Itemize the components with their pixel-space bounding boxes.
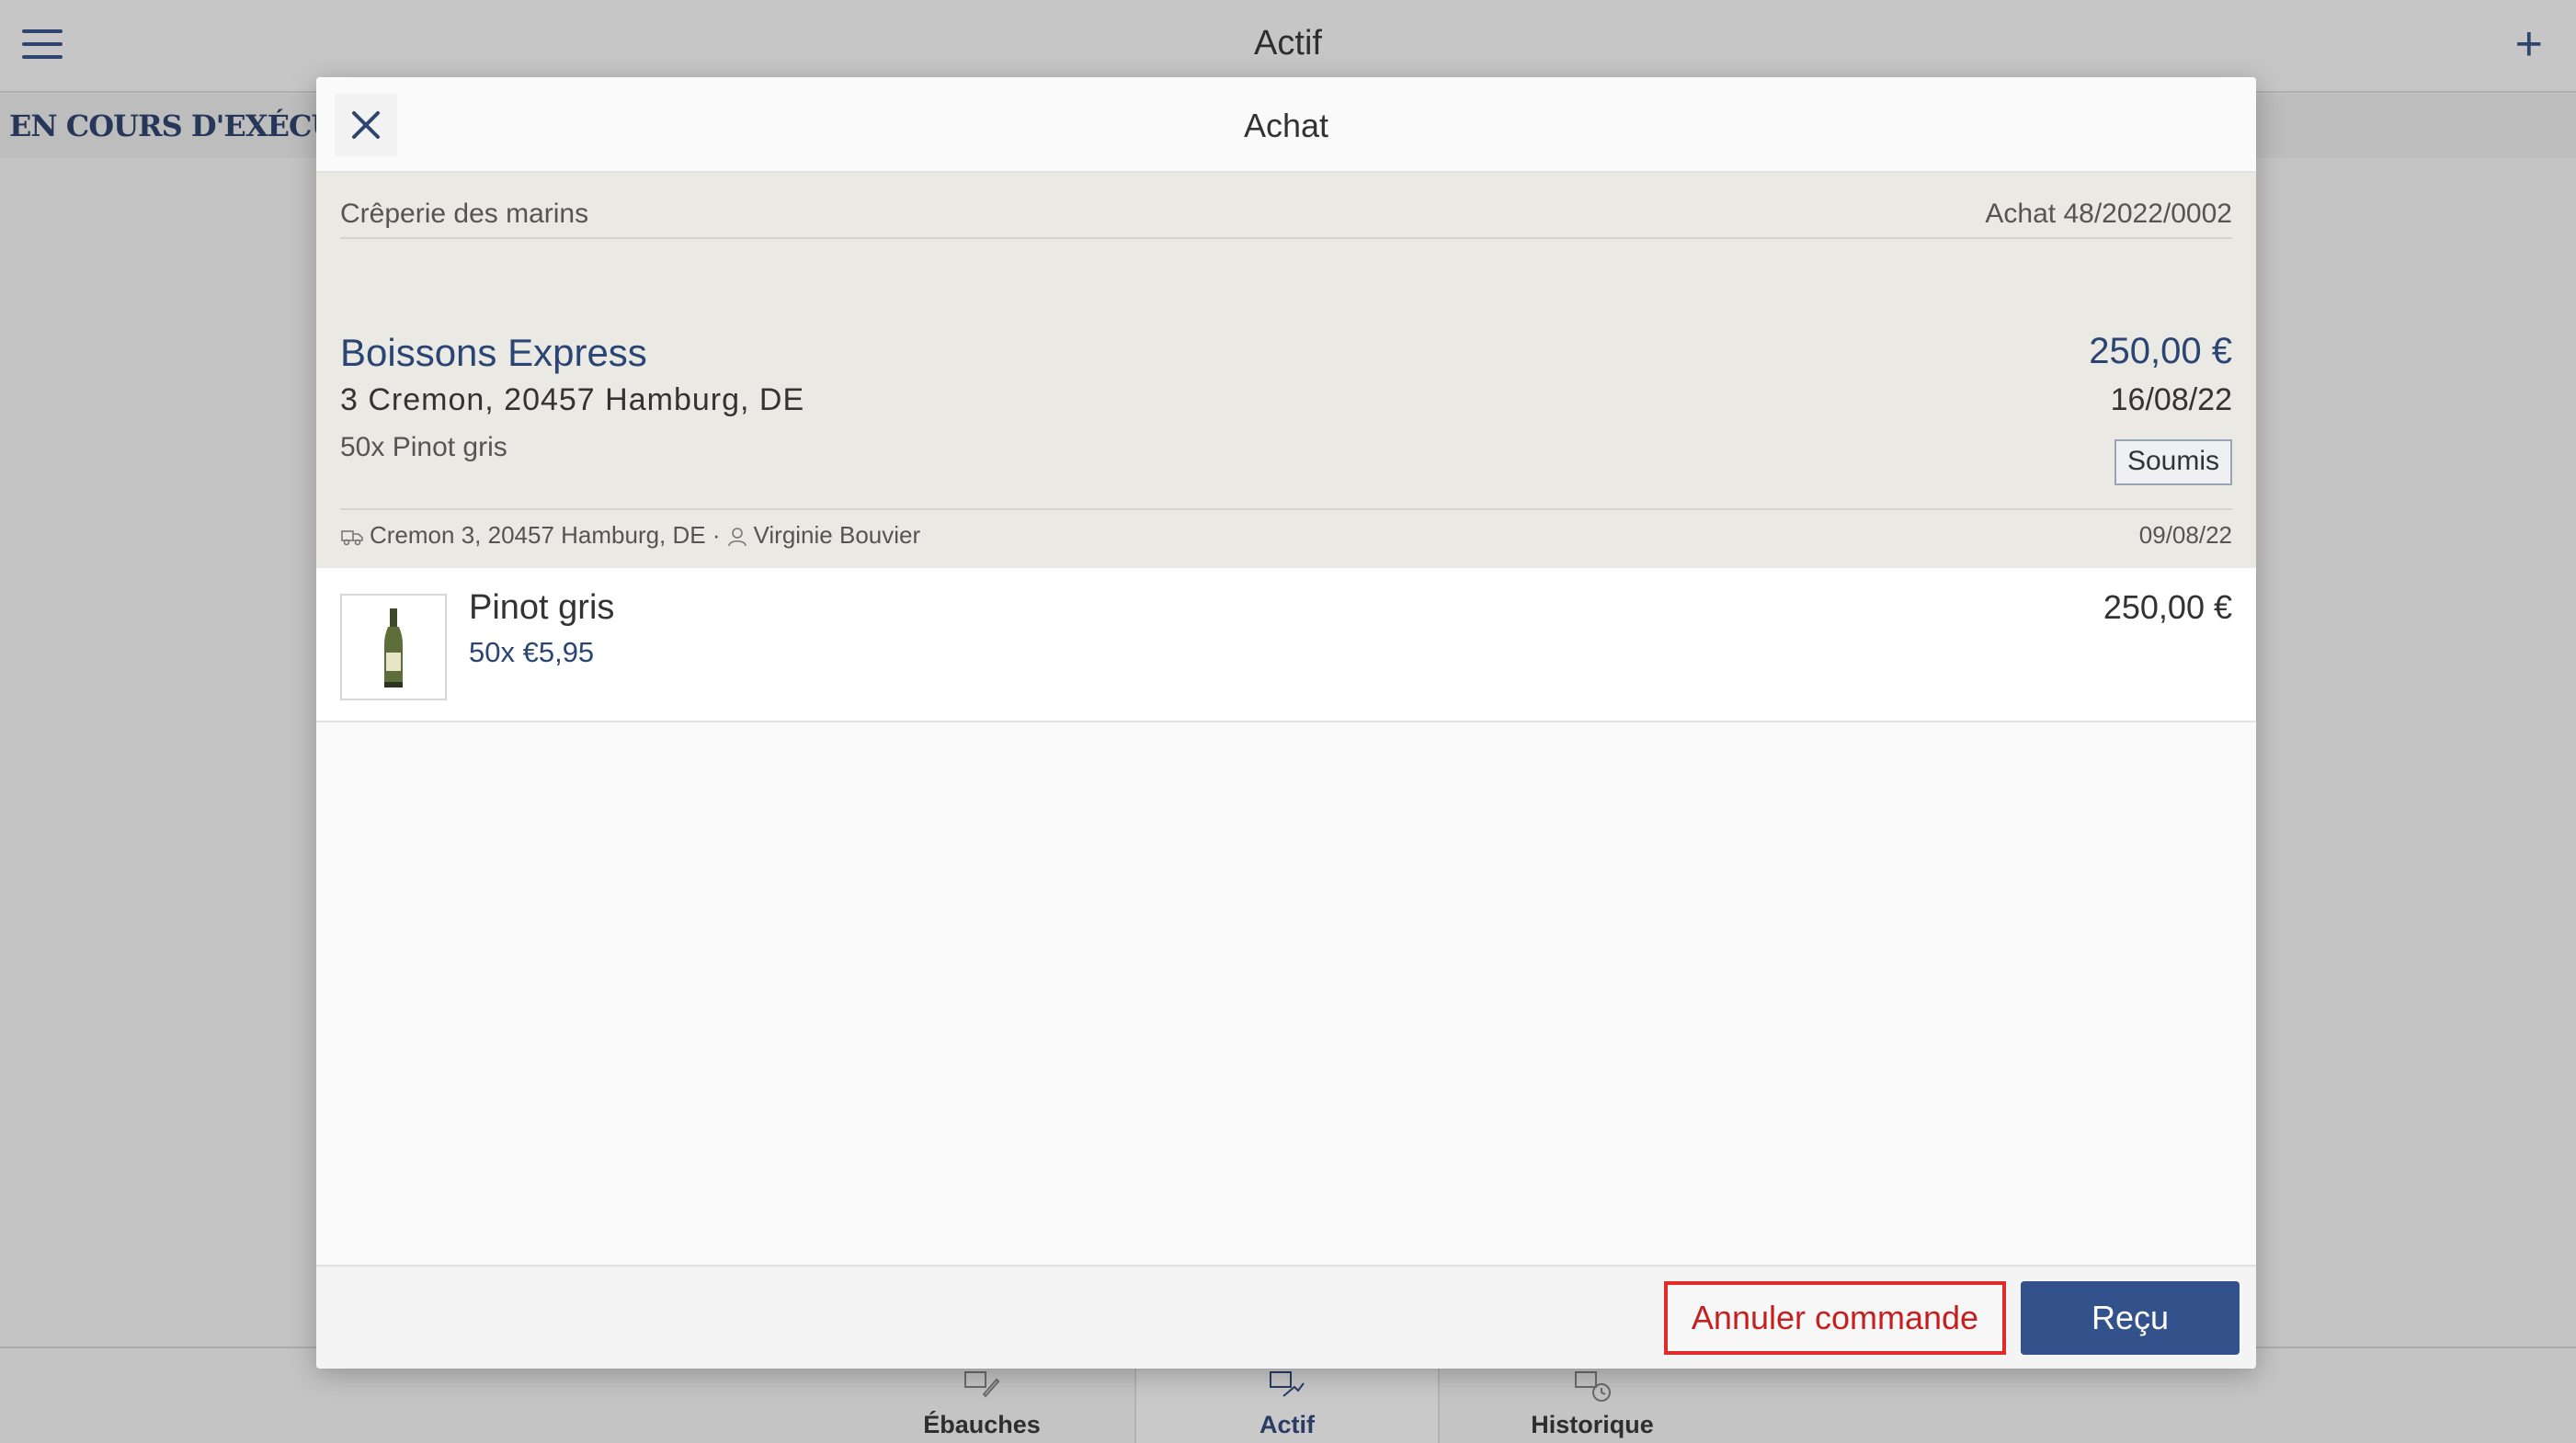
purchase-order-dialog: Achat Crêperie des marins Achat 48/2022/…: [316, 77, 2256, 1369]
order-number: Achat 48/2022/0002: [1985, 199, 2232, 229]
delivery-truck-icon: [340, 521, 364, 550]
delivery-date: 16/08/22: [2110, 382, 2232, 417]
product-image: [340, 594, 447, 700]
cancel-order-button[interactable]: Annuler commande: [1664, 1281, 2006, 1355]
user-icon: [726, 521, 748, 550]
list-item[interactable]: Pinot gris 50x €5,95 250,00 €: [316, 568, 2256, 722]
tab-active-label: Actif: [1260, 1411, 1315, 1438]
drafts-icon: [829, 1367, 1134, 1403]
supplier-name: Boissons Express: [340, 331, 647, 374]
dialog-title: Achat: [1243, 107, 1329, 144]
venue-name: Crêperie des marins: [340, 199, 589, 229]
tab-history-label: Historique: [1531, 1411, 1654, 1438]
dialog-footer: Annuler commande Reçu: [316, 1265, 2256, 1369]
product-name: Pinot gris: [469, 588, 615, 627]
items-summary: 50x Pinot gris: [340, 432, 507, 462]
created-date: 09/08/22: [2138, 521, 2232, 549]
dialog-header: Achat: [316, 77, 2256, 173]
status-badge: Soumis: [2114, 439, 2232, 485]
wine-bottle-icon: [384, 608, 403, 687]
order-summary: Crêperie des marins Achat 48/2022/0002 B…: [316, 173, 2256, 568]
page-title: Actif: [1254, 24, 1322, 62]
order-header-row: Crêperie des marins Achat 48/2022/0002: [340, 193, 2232, 239]
order-total: 250,00 €: [2089, 331, 2232, 371]
line-total: 250,00 €: [2103, 588, 2232, 626]
created-by: Virginie Bouvier: [753, 521, 921, 549]
tab-drafts-label: Ébauches: [923, 1411, 1041, 1438]
supplier-address: 3 Cremon, 20457 Hamburg, DE: [340, 382, 805, 417]
order-meta-row: Cremon 3, 20457 Hamburg, DE · Virginie B…: [340, 508, 2232, 563]
product-quantity-price: 50x €5,95: [469, 636, 595, 668]
active-orders-icon: [1136, 1367, 1438, 1403]
received-button[interactable]: Reçu: [2021, 1281, 2240, 1355]
add-order-icon[interactable]: +: [2515, 20, 2543, 68]
delivery-address: Cremon 3, 20457 Hamburg, DE ·: [370, 521, 721, 549]
history-icon: [1440, 1367, 1745, 1403]
